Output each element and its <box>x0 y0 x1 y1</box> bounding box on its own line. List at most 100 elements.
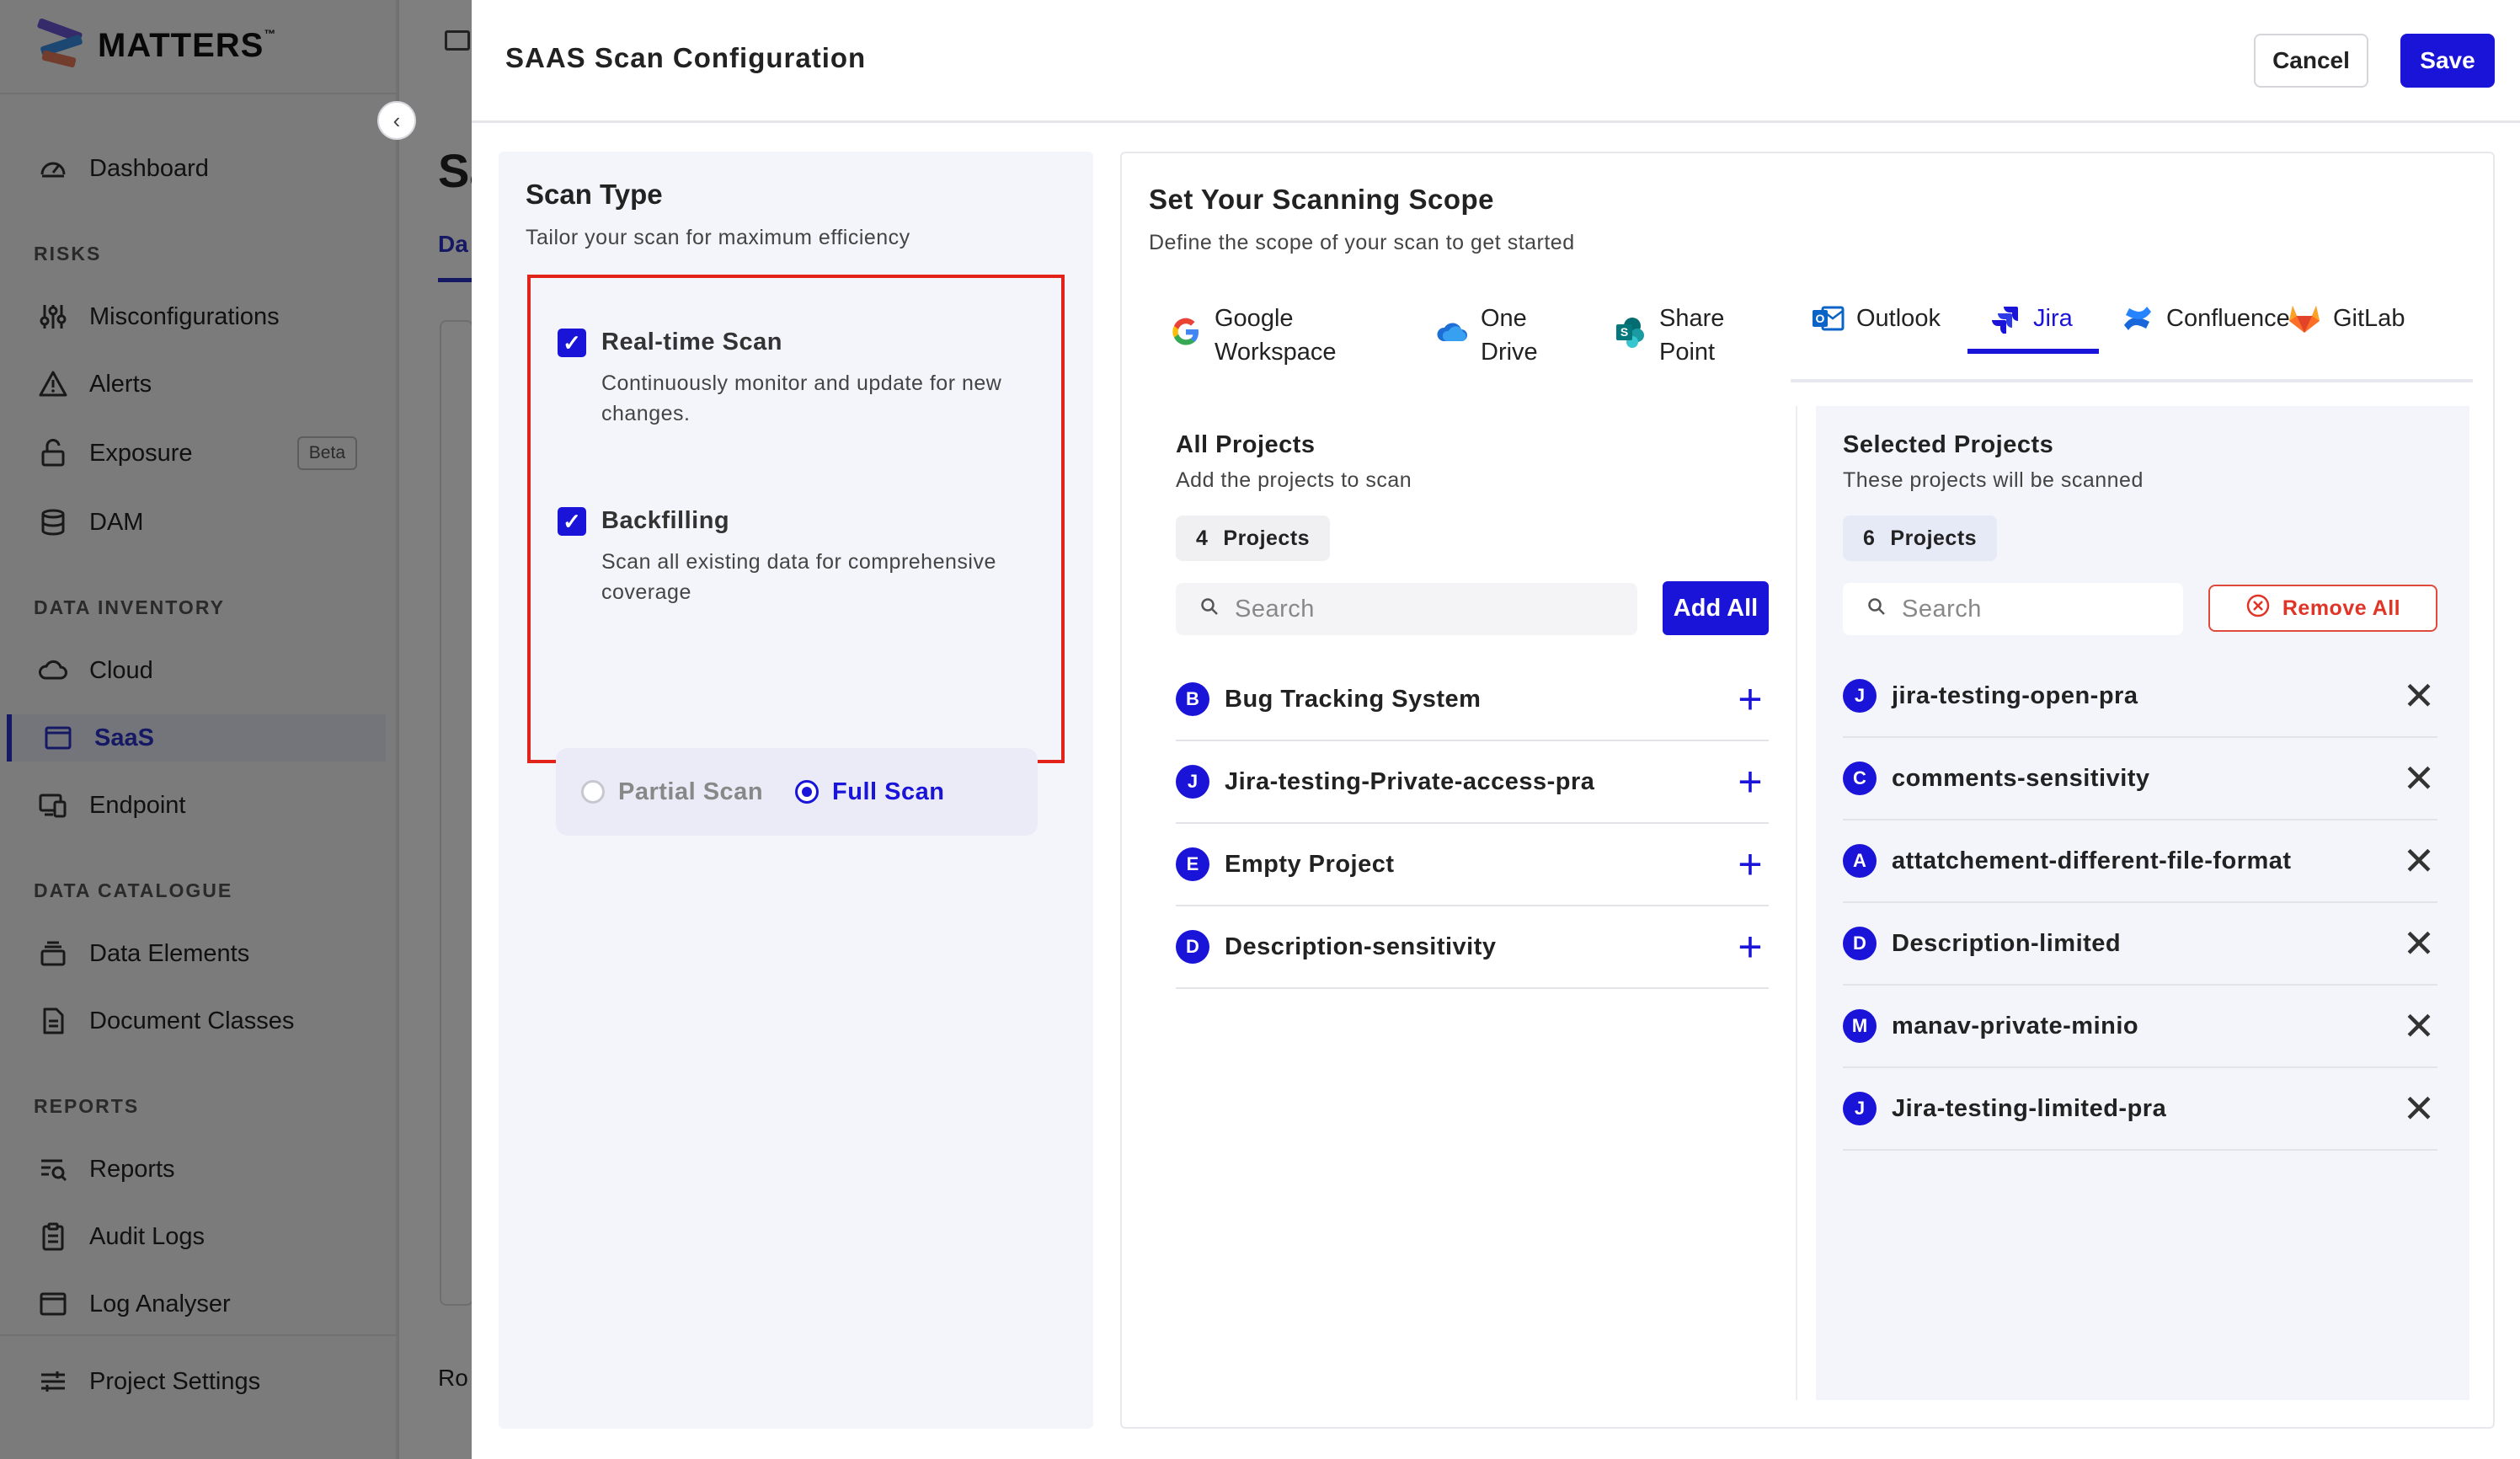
realtime-scan-description: Continuously monitor and update for new … <box>601 371 1002 425</box>
project-name: Jira-testing-Private-access-pra <box>1225 767 1595 795</box>
project-name: Description-limited <box>1892 929 2122 957</box>
remove-project-x-icon[interactable]: ✕ <box>2400 842 2437 880</box>
scan-config-modal: SAAS Scan Configuration Cancel Save Scan… <box>472 0 2520 1459</box>
scan-type-subtitle: Tailor your scan for maximum efficiency <box>526 226 910 249</box>
source-tab-onedrive[interactable]: One Drive <box>1435 302 1538 369</box>
project-avatar: M <box>1843 1009 1877 1043</box>
save-button[interactable]: Save <box>2400 34 2495 88</box>
project-count: 6 <box>1863 526 1876 550</box>
project-name: Description-sensitivity <box>1225 933 1497 960</box>
source-label: One <box>1481 305 1527 332</box>
remove-all-label: Remove All <box>2282 596 2401 620</box>
remove-project-x-icon[interactable]: ✕ <box>2400 676 2437 715</box>
add-project-plus-icon[interactable]: + <box>1732 843 1769 885</box>
backfilling-option: ✓ Backfilling Scan all existing data for… <box>558 507 1056 607</box>
column-divider <box>1796 406 1797 1400</box>
active-tab-indicator <box>1967 349 2099 354</box>
source-label: Workspace <box>1215 339 1337 366</box>
project-avatar: E <box>1176 847 1209 881</box>
add-project-plus-icon[interactable]: + <box>1732 678 1769 720</box>
project-name: attatchement-different-file-format <box>1892 847 2292 874</box>
source-label: Outlook <box>1856 305 1941 332</box>
add-project-plus-icon[interactable]: + <box>1732 761 1769 803</box>
source-label: Drive <box>1481 339 1538 366</box>
search-placeholder: Search <box>1235 595 1315 623</box>
project-name: Empty Project <box>1225 850 1395 878</box>
source-label: Jira <box>2033 305 2073 332</box>
source-label: Google <box>1215 305 1294 332</box>
project-row: Ccomments-sensitivity ✕ <box>1843 738 2437 820</box>
realtime-scan-checkbox[interactable]: ✓ <box>558 329 586 357</box>
source-tab-sharepoint[interactable]: S Share Point <box>1614 302 1724 369</box>
remove-project-x-icon[interactable]: ✕ <box>2400 1007 2437 1045</box>
project-avatar: A <box>1843 844 1877 878</box>
project-row: J Jira-testing-limited-pra ✕ <box>1843 1068 2437 1151</box>
confluence-icon <box>2121 302 2154 335</box>
backfilling-description: Scan all existing data for comprehensive… <box>601 550 996 604</box>
search-placeholder: Search <box>1902 595 1982 623</box>
source-tabs-underline <box>1791 379 2473 382</box>
remove-project-x-icon[interactable]: ✕ <box>2400 759 2437 798</box>
project-avatar: D <box>1176 930 1209 964</box>
full-scan-radio[interactable] <box>795 780 820 804</box>
modal-header: SAAS Scan Configuration Cancel Save <box>472 0 2520 123</box>
source-tab-confluence[interactable]: Confluence <box>2121 302 2290 335</box>
scan-mode-selector: Partial Scan Full Scan <box>556 748 1038 836</box>
project-row: Mmanav-private-minio ✕ <box>1843 986 2437 1068</box>
project-count: 4 <box>1196 526 1209 550</box>
add-project-plus-icon[interactable]: + <box>1732 926 1769 968</box>
source-tab-outlook[interactable]: O Outlook <box>1811 302 1941 335</box>
chevron-left-icon: ‹ <box>392 107 401 133</box>
project-name: comments-sensitivity <box>1892 764 2150 792</box>
backfilling-label: Backfilling <box>601 507 730 534</box>
project-avatar: D <box>1843 927 1877 960</box>
scan-type-panel: Scan Type Tailor your scan for maximum e… <box>499 152 1093 1429</box>
all-projects-count-badge: 4 Projects <box>1176 516 1331 561</box>
jira-icon <box>1988 302 2021 335</box>
source-label: GitLab <box>2333 305 2405 332</box>
project-avatar: J <box>1176 765 1209 799</box>
svg-text:O: O <box>1816 312 1825 325</box>
collapse-sidebar-button[interactable]: ‹ <box>377 101 416 140</box>
all-projects-search-input[interactable]: Search <box>1176 583 1637 635</box>
remove-project-x-icon[interactable]: ✕ <box>2400 924 2437 963</box>
gitlab-icon <box>2288 302 2321 335</box>
project-count-label: Projects <box>1223 526 1311 550</box>
project-name: manav-private-minio <box>1892 1012 2139 1039</box>
selected-projects-search-input[interactable]: Search <box>1843 583 2183 635</box>
remove-project-x-icon[interactable]: ✕ <box>2400 1089 2437 1128</box>
checkmark-icon: ✓ <box>563 508 581 534</box>
cancel-button[interactable]: Cancel <box>2254 34 2368 88</box>
partial-scan-radio[interactable] <box>581 780 605 804</box>
source-tab-gitlab[interactable]: GitLab <box>2288 302 2405 335</box>
project-count-label: Projects <box>1890 526 1978 550</box>
scanning-scope-panel: Set Your Scanning Scope Define the scope… <box>1120 152 2495 1429</box>
realtime-scan-label: Real-time Scan <box>601 329 782 355</box>
search-icon <box>1866 596 1887 623</box>
project-row: D Description-limited ✕ <box>1843 903 2437 986</box>
project-name: jira-testing-open-pra <box>1892 681 2138 709</box>
scope-subtitle: Define the scope of your scan to get sta… <box>1149 231 1575 254</box>
source-label: Confluence <box>2166 305 2290 332</box>
scan-options-highlight: ✓ Real-time Scan Continuously monitor an… <box>527 275 1065 836</box>
remove-all-button[interactable]: Remove All <box>2208 585 2437 632</box>
all-projects-subtitle: Add the projects to scan <box>1176 468 1412 492</box>
add-all-button[interactable]: Add All <box>1663 581 1769 635</box>
circle-x-icon <box>2245 593 2271 624</box>
google-icon <box>1169 315 1203 349</box>
project-name: Bug Tracking System <box>1225 685 1482 713</box>
realtime-scan-option: ✓ Real-time Scan Continuously monitor an… <box>558 329 1056 429</box>
svg-text:S: S <box>1620 325 1628 339</box>
project-row: E Empty Project + <box>1176 824 1769 906</box>
source-tab-jira[interactable]: Jira <box>1988 302 2073 335</box>
project-name: Jira-testing-limited-pra <box>1892 1094 2167 1122</box>
full-scan-label[interactable]: Full Scan <box>832 778 944 806</box>
source-label: Share <box>1659 305 1725 332</box>
partial-scan-label[interactable]: Partial Scan <box>618 778 763 806</box>
backfilling-checkbox[interactable]: ✓ <box>558 507 586 536</box>
scan-type-title: Scan Type <box>526 179 663 210</box>
source-tab-google-workspace[interactable]: Google Workspace <box>1169 302 1337 369</box>
project-avatar: C <box>1843 762 1877 795</box>
selected-projects-count-badge: 6 Projects <box>1843 516 1998 561</box>
modal-title: SAAS Scan Configuration <box>505 42 867 73</box>
